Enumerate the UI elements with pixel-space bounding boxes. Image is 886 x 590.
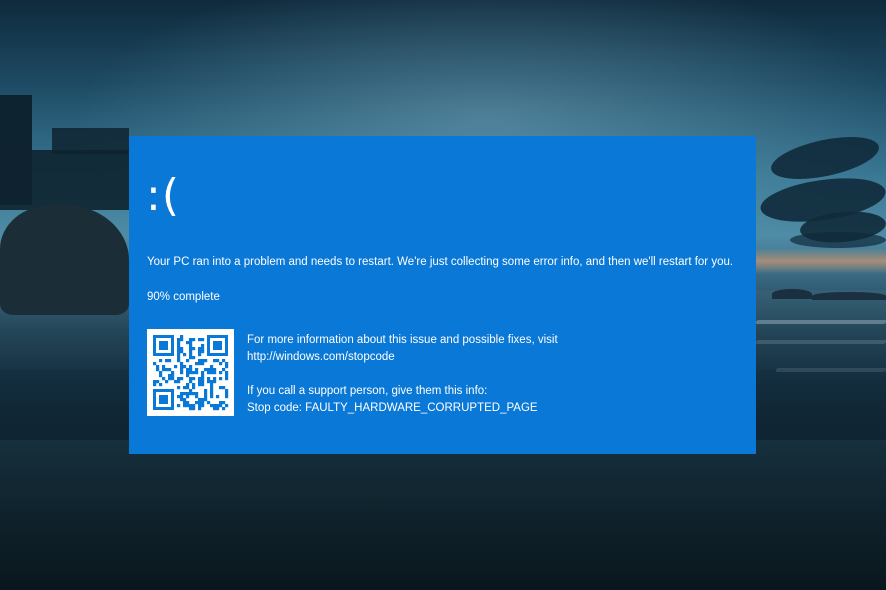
qr-code-icon: [147, 329, 234, 416]
island: [772, 289, 812, 299]
progress-text: 90% complete: [147, 291, 220, 303]
building: [0, 150, 129, 210]
stop-code: Stop code: FAULTY_HARDWARE_CORRUPTED_PAG…: [247, 402, 538, 414]
island: [812, 292, 886, 300]
rocks: [0, 205, 129, 315]
wave: [755, 340, 886, 344]
building: [52, 128, 129, 154]
wave: [775, 368, 886, 372]
more-info-text: For more information about this issue an…: [247, 334, 558, 346]
stopcode-link[interactable]: http://windows.com/stopcode: [247, 349, 558, 366]
error-message: Your PC ran into a problem and needs to …: [147, 256, 734, 268]
beach-sand: [0, 440, 886, 590]
sad-face-emoticon: :(: [146, 170, 180, 221]
support-text: If you call a support person, give them …: [247, 385, 488, 397]
blue-screen-panel: :( Your PC ran into a problem and needs …: [129, 136, 756, 454]
desktop-background-scene: :( Your PC ran into a problem and needs …: [0, 0, 886, 590]
qr-code-graphic: [153, 335, 229, 411]
info-block: For more information about this issue an…: [247, 332, 558, 417]
cloud: [790, 232, 886, 248]
wave: [755, 320, 886, 324]
